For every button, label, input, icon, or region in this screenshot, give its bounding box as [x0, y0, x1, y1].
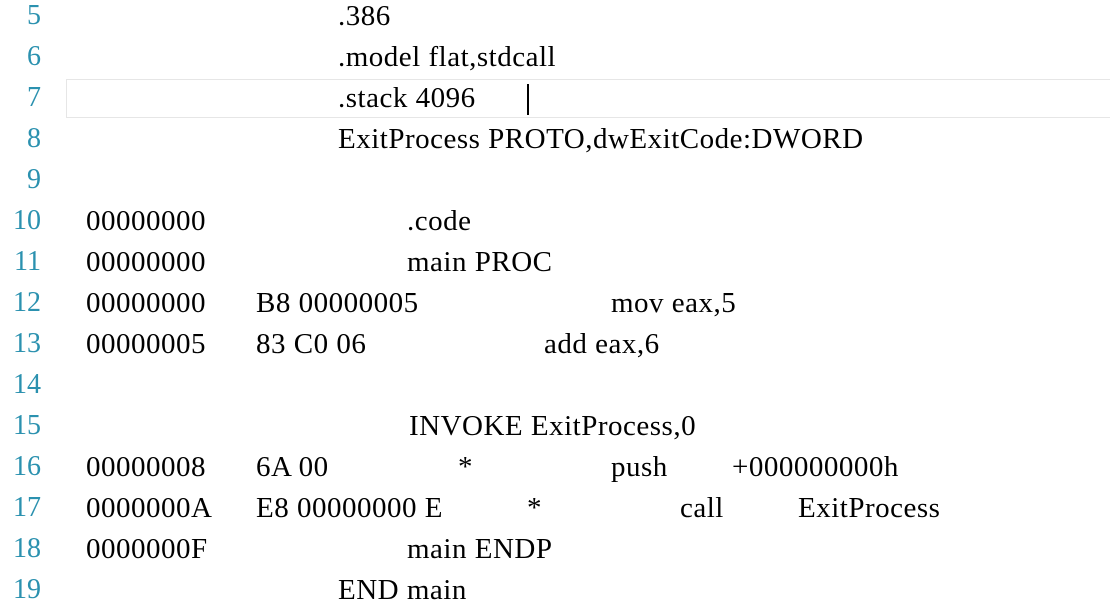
listing-address: 0000000F — [86, 533, 208, 565]
line-number: 17 — [13, 492, 41, 523]
source-text: add eax,6 — [544, 328, 660, 360]
code-line[interactable]: 14 — [0, 366, 1110, 407]
line-number: 11 — [14, 246, 41, 277]
source-text: main PROC — [407, 246, 553, 278]
listing-bytes: 6A 00 — [256, 451, 329, 483]
source-text: .code — [407, 205, 472, 237]
listing-address: 00000008 — [86, 451, 206, 483]
code-line[interactable]: 11 00000000 main PROC — [0, 243, 1110, 284]
listing-address: 00000000 — [86, 205, 206, 237]
text-caret — [527, 84, 529, 115]
line-number: 10 — [13, 205, 41, 236]
listing-address: 0000000A — [86, 492, 213, 524]
line-number: 12 — [13, 287, 41, 318]
listing-bytes: E8 00000000 E — [256, 492, 443, 524]
line-number: 5 — [27, 0, 41, 31]
source-text: mov eax,5 — [611, 287, 737, 319]
code-line[interactable]: 15 INVOKE ExitProcess,0 — [0, 407, 1110, 448]
line-number: 15 — [13, 410, 41, 441]
listing-address: 00000000 — [86, 287, 206, 319]
operand-text: ExitProcess — [798, 492, 941, 524]
expansion-marker: * — [458, 451, 473, 483]
listing-bytes: 83 C0 06 — [256, 328, 367, 360]
source-text: ExitProcess PROTO,dwExitCode:DWORD — [338, 123, 864, 155]
source-text: main ENDP — [407, 533, 553, 565]
line-number: 18 — [13, 533, 41, 564]
source-text: call — [680, 492, 724, 524]
code-line[interactable]: 9 — [0, 161, 1110, 202]
code-line[interactable]: 18 0000000F main ENDP — [0, 530, 1110, 571]
line-number: 13 — [13, 328, 41, 359]
listing-bytes: B8 00000005 — [256, 287, 419, 319]
line-number: 19 — [13, 574, 41, 605]
source-text: push — [611, 451, 668, 483]
code-line[interactable]: 7 .stack 4096 — [0, 79, 1110, 120]
code-line[interactable]: 17 0000000A E8 00000000 E * call ExitProcess — [0, 489, 1110, 530]
code-line[interactable]: 10 00000000 .code — [0, 202, 1110, 243]
code-line[interactable]: 19 END main — [0, 571, 1110, 612]
source-text: .386 — [338, 0, 391, 32]
source-text: INVOKE ExitProcess,0 — [409, 410, 697, 442]
code-line[interactable]: 6 .model flat,stdcall — [0, 38, 1110, 79]
operand-text: +000000000h — [732, 451, 899, 483]
code-line[interactable]: 12 00000000 B8 00000005 mov eax,5 — [0, 284, 1110, 325]
expansion-marker: * — [527, 492, 542, 524]
line-number: 14 — [13, 369, 41, 400]
line-number: 7 — [27, 82, 41, 113]
line-number: 6 — [27, 41, 41, 72]
source-text: .stack 4096 — [338, 82, 476, 114]
listing-address: 00000005 — [86, 328, 206, 360]
code-line[interactable]: 13 00000005 83 C0 06 add eax,6 — [0, 325, 1110, 366]
code-line[interactable]: 8 ExitProcess PROTO,dwExitCode:DWORD — [0, 120, 1110, 161]
line-number: 9 — [27, 164, 41, 195]
line-number: 16 — [13, 451, 41, 482]
code-editor[interactable]: 5 .386 6 .model flat,stdcall 7 .stack 4096 8 Ex… — [0, 0, 1110, 615]
listing-address: 00000000 — [86, 246, 206, 278]
source-text: .model flat,stdcall — [338, 41, 557, 73]
source-text: END main — [338, 574, 467, 606]
line-number: 8 — [27, 123, 41, 154]
code-line[interactable]: 5 .386 — [0, 0, 1110, 38]
code-line[interactable]: 16 00000008 6A 00 * push +000000000h — [0, 448, 1110, 489]
